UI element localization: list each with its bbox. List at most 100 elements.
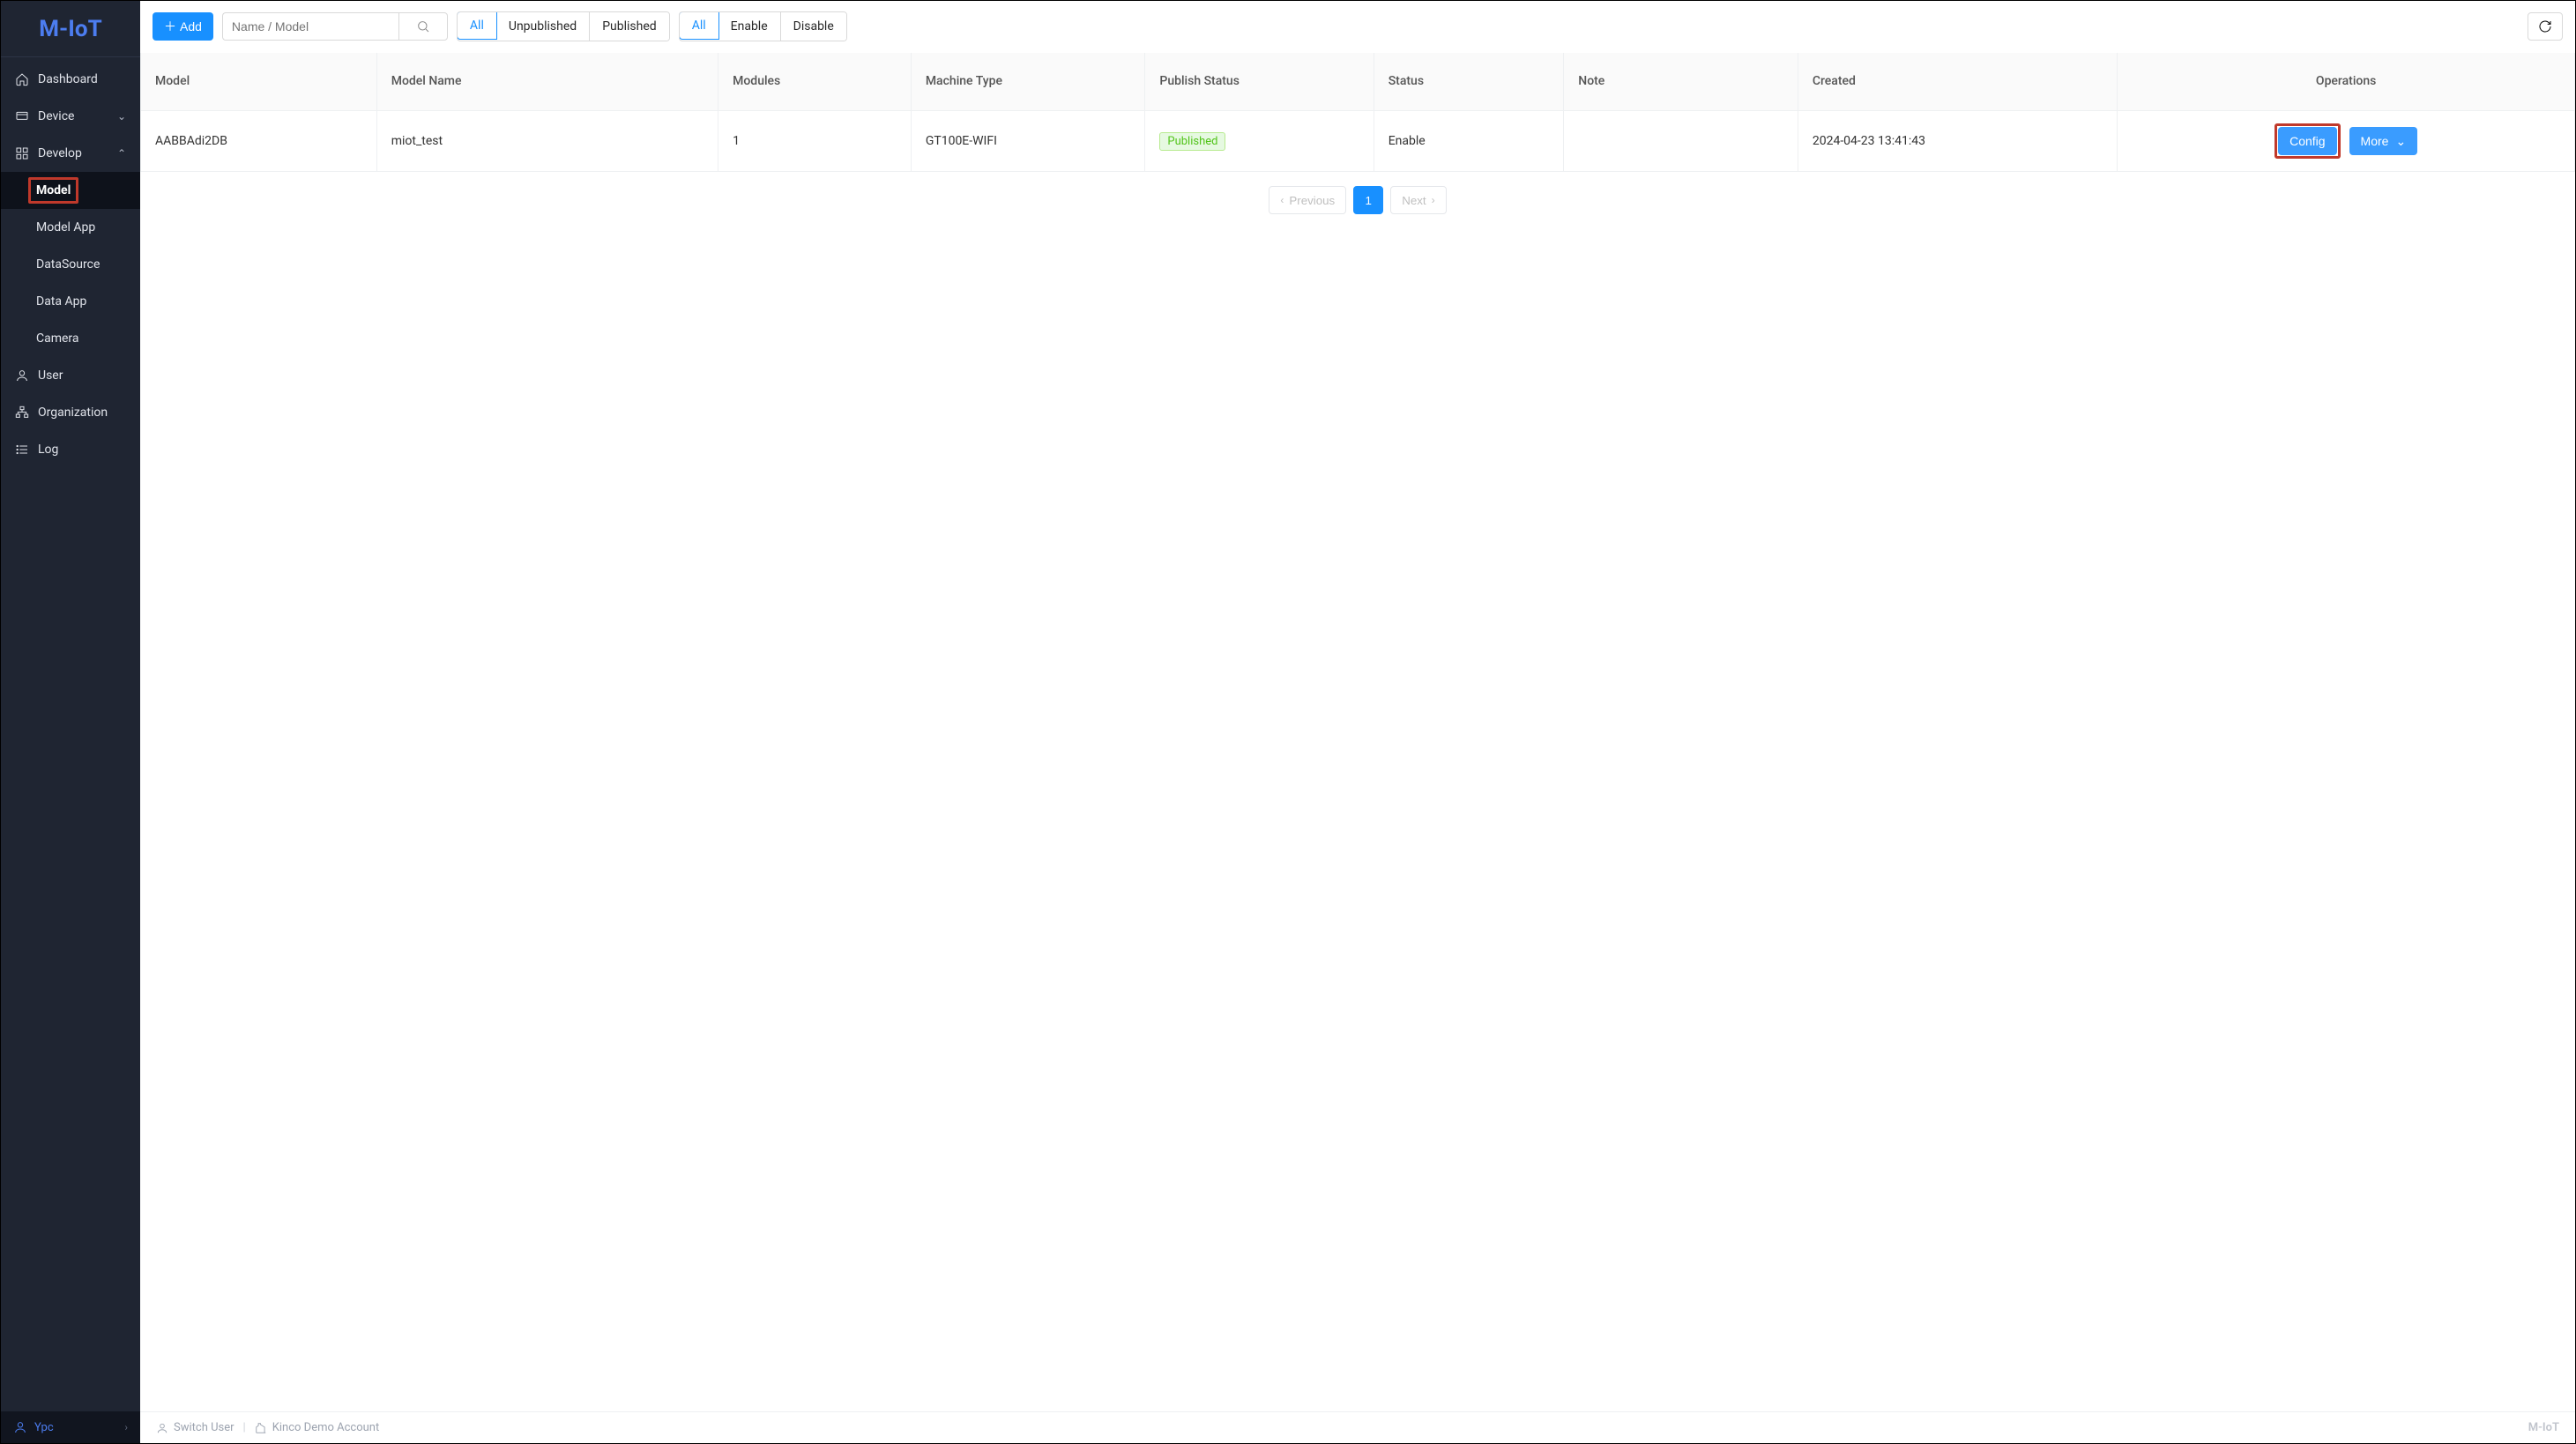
cell-machine-type: GT100E-WIFI — [912, 111, 1146, 172]
switch-user-label: Switch User — [174, 1421, 235, 1434]
previous-button[interactable]: ‹ Previous — [1269, 186, 1346, 214]
sidebar-item-label: Log — [38, 443, 58, 457]
sidebar-item-camera[interactable]: Camera — [1, 320, 140, 357]
publish-filter-unpublished[interactable]: Unpublished — [496, 12, 590, 41]
user-icon — [13, 1420, 27, 1434]
sidebar-item-organization[interactable]: Organization — [1, 394, 140, 431]
sidebar-item-label: Data App — [36, 294, 86, 309]
brand-logo: M-IoT — [1, 1, 140, 57]
table-header-row: Model Model Name Modules Machine Type Pu… — [140, 53, 2575, 111]
account-indicator: Kinco Demo Account — [255, 1421, 380, 1434]
sidebar-item-label: Model — [28, 177, 78, 204]
config-button[interactable]: Config — [2278, 127, 2336, 155]
refresh-button[interactable] — [2528, 12, 2563, 41]
publish-filter: All Unpublished Published — [457, 11, 670, 41]
sidebar-item-datasource[interactable]: DataSource — [1, 246, 140, 283]
search-input[interactable] — [222, 12, 398, 41]
sidebar-develop-submenu: Model Model App DataSource Data App Came… — [1, 172, 140, 357]
sidebar-nav: Dashboard Device ⌄ Develop ⌃ Model — [1, 57, 140, 1411]
current-user-label: Ypc — [34, 1421, 54, 1434]
sidebar-item-device[interactable]: Device ⌄ — [1, 98, 140, 135]
chevron-down-icon: ⌄ — [2395, 134, 2406, 149]
table-container: Model Model Name Modules Machine Type Pu… — [140, 53, 2575, 214]
org-icon — [15, 406, 29, 420]
status-filter: All Enable Disable — [679, 11, 847, 41]
status-filter-enable[interactable]: Enable — [718, 12, 781, 41]
sidebar-item-data-app[interactable]: Data App — [1, 283, 140, 320]
more-button-label: More — [2361, 134, 2389, 148]
more-button[interactable]: More ⌄ — [2349, 127, 2418, 155]
previous-label: Previous — [1289, 194, 1335, 207]
cell-publish-status: Published — [1145, 111, 1374, 172]
sidebar-item-label: Dashboard — [38, 72, 98, 86]
th-machine-type: Machine Type — [912, 53, 1146, 111]
status-filter-disable[interactable]: Disable — [781, 12, 846, 41]
list-icon — [15, 443, 29, 457]
sidebar-item-label: Model App — [36, 220, 95, 234]
chevron-right-icon: › — [1432, 194, 1435, 206]
chevron-down-icon: ⌄ — [117, 110, 126, 123]
footer: Switch User | Kinco Demo Account M-IoT — [140, 1411, 2575, 1443]
th-modules: Modules — [718, 53, 912, 111]
sidebar-item-model-app[interactable]: Model App — [1, 209, 140, 246]
sidebar-item-label: User — [38, 368, 63, 383]
config-highlight: Config — [2274, 123, 2340, 159]
th-model: Model — [140, 53, 377, 111]
sidebar-item-log[interactable]: Log — [1, 431, 140, 468]
cell-modules: 1 — [718, 111, 912, 172]
search-icon — [416, 19, 430, 33]
sidebar-footer[interactable]: Ypc › — [1, 1411, 140, 1443]
sidebar-item-label: Device — [38, 109, 74, 123]
next-button[interactable]: Next › — [1390, 186, 1446, 214]
device-icon — [15, 109, 29, 123]
status-filter-all[interactable]: All — [679, 11, 719, 40]
toolbar: ＋ Add All Unpublished Published All Enab… — [140, 1, 2575, 53]
cell-model: AABBAdi2DB — [140, 111, 377, 172]
sidebar: M-IoT Dashboard Device ⌄ Develop — [1, 1, 140, 1443]
search-button[interactable] — [398, 12, 448, 41]
sidebar-item-model[interactable]: Model — [1, 172, 140, 209]
grid-icon — [15, 146, 29, 160]
add-button-label: Add — [180, 19, 202, 33]
model-table: Model Model Name Modules Machine Type Pu… — [140, 53, 2575, 172]
sidebar-item-label: Camera — [36, 331, 79, 346]
page-1-button[interactable]: 1 — [1353, 186, 1383, 214]
account-label: Kinco Demo Account — [272, 1421, 380, 1434]
th-note: Note — [1564, 53, 1798, 111]
sidebar-item-dashboard[interactable]: Dashboard — [1, 61, 140, 98]
cell-model-name: miot_test — [377, 111, 718, 172]
footer-brand: M-IoT — [2528, 1421, 2559, 1434]
main-content: ＋ Add All Unpublished Published All Enab… — [140, 1, 2575, 1443]
chevron-up-icon: ⌃ — [117, 147, 126, 160]
sidebar-item-develop[interactable]: Develop ⌃ — [1, 135, 140, 172]
plus-icon: ＋ — [164, 18, 176, 35]
sidebar-item-label: Develop — [38, 146, 82, 160]
add-button[interactable]: ＋ Add — [153, 12, 213, 41]
switch-user-link[interactable]: Switch User — [156, 1421, 235, 1434]
published-badge: Published — [1159, 132, 1225, 151]
chevron-left-icon: ‹ — [1280, 194, 1284, 206]
chevron-right-icon: › — [124, 1421, 128, 1433]
user-icon — [15, 368, 29, 383]
search-group — [222, 12, 448, 41]
sidebar-item-label: Organization — [38, 406, 108, 420]
th-status: Status — [1374, 53, 1565, 111]
next-label: Next — [1402, 194, 1426, 207]
home-icon — [15, 72, 29, 86]
cell-status: Enable — [1374, 111, 1565, 172]
th-model-name: Model Name — [377, 53, 718, 111]
cell-created: 2024-04-23 13:41:43 — [1798, 111, 2118, 172]
publish-filter-all[interactable]: All — [457, 11, 497, 40]
publish-filter-published[interactable]: Published — [590, 12, 668, 41]
cell-note — [1564, 111, 1798, 172]
refresh-icon — [2538, 19, 2552, 33]
cell-operations: Config More ⌄ — [2118, 111, 2575, 172]
th-publish-status: Publish Status — [1145, 53, 1374, 111]
table-row: AABBAdi2DB miot_test 1 GT100E-WIFI Publi… — [140, 111, 2575, 172]
th-created: Created — [1798, 53, 2118, 111]
pagination: ‹ Previous 1 Next › — [140, 172, 2575, 214]
divider: | — [243, 1421, 246, 1434]
sidebar-item-user[interactable]: User — [1, 357, 140, 394]
sidebar-item-label: DataSource — [36, 257, 100, 272]
th-operations: Operations — [2118, 53, 2575, 111]
